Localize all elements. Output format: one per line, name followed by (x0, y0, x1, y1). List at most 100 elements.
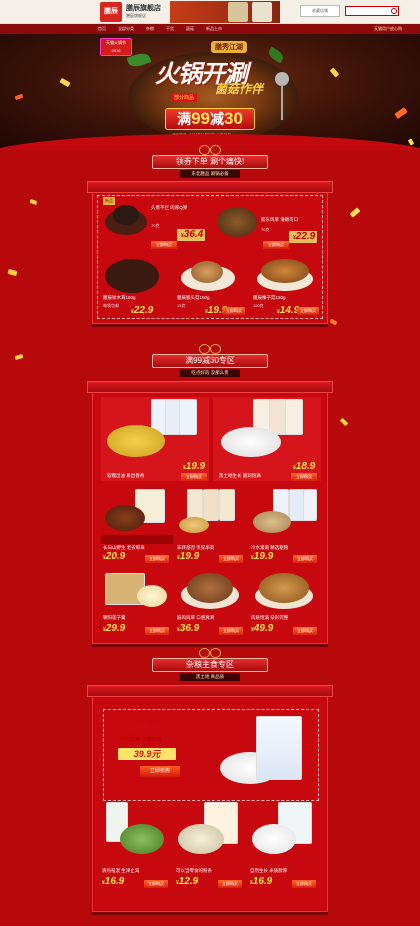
nav-item[interactable]: 干货 (166, 24, 174, 34)
store-name[interactable]: 膳辰旗舰店 (126, 3, 161, 13)
product-bag (179, 399, 197, 435)
buy-button[interactable]: 立即购买 (223, 307, 245, 315)
buy-button[interactable]: 立即购买 (293, 627, 317, 635)
product-card[interactable]: 新品 久煮不烂 肉厚Q弹 70克 ¥36.4 立即购买 (101, 195, 209, 251)
buy-button[interactable]: 立即购买 (263, 241, 289, 249)
product-card[interactable]: ¥19.9 软糯出油 易出香香 立即购买 (101, 397, 209, 481)
hero-label: 部分商品 (171, 93, 198, 102)
product-image-monkeyhead (191, 261, 223, 283)
tmall-hotpot-badge: 天猫火锅节 2016 (100, 38, 132, 56)
header-promo-banner[interactable] (170, 1, 280, 23)
buy-button[interactable]: 立即购买 (219, 555, 243, 563)
product-image-lotus (137, 585, 167, 607)
wood-ear-food (113, 205, 139, 225)
favorite-store-button[interactable]: 收藏店铺 (300, 5, 340, 17)
product-card[interactable]: 朝阳莲子羹 ¥29.9 立即购买 (101, 569, 173, 641)
buy-button[interactable]: 立即购买 (218, 880, 242, 888)
feature-price: 39.9元 (118, 748, 176, 760)
product-card[interactable]: 膳辰榛子菇150g 150克 ¥14.9 立即购买 (251, 257, 323, 319)
product-desc: 每袋包邮 (103, 303, 119, 308)
nav-item[interactable]: 菌菇 (186, 24, 194, 34)
product-card[interactable]: 筋肉肉厚 口感爽滑 ¥36.9 立即购买 (175, 569, 247, 641)
product-price: ¥16.9 (102, 876, 125, 887)
product-price-value: 19.9 (253, 551, 274, 562)
product-card[interactable]: ¥18.9 黑土地生长 圆润饱满 立即购买 (213, 397, 321, 481)
product-image-rice (252, 824, 296, 854)
confetti (339, 417, 349, 427)
nav-item[interactable]: 首页 (98, 24, 106, 34)
nav-item[interactable]: 新品上市 (206, 24, 222, 34)
section1-subtitle: 东北膳品 涮锅必备 (180, 170, 240, 178)
store-logo[interactable]: 膳辰 (100, 2, 122, 22)
product-name: 久煮不烂 肉厚Q弹 (151, 205, 188, 210)
product-price: ¥36.4 (181, 229, 204, 240)
product-name: 可以当零食的粉条 (176, 868, 212, 873)
product-image-mushroom (187, 573, 233, 603)
buy-button[interactable]: 立即购买 (297, 307, 319, 315)
product-name: 筋肉肉厚 口感爽滑 (177, 615, 215, 620)
buy-button[interactable]: 立即购买 (145, 555, 169, 563)
product-price-value: 19.9 (185, 461, 206, 472)
buy-button[interactable]: 立即购买 (291, 473, 317, 481)
confetti (14, 354, 24, 360)
buy-button[interactable]: 立即购买 (292, 880, 316, 888)
promo-threshold: 99 (191, 109, 210, 128)
section2-box: ¥19.9 软糯出油 易出香香 立即购买 ¥18.9 黑土地生长 圆润饱满 立即… (87, 381, 333, 644)
product-card[interactable]: 胶东肉厚 滑嫩可口 70克 ¥22.9 立即购买 (211, 195, 321, 251)
buy-button[interactable]: 立即购买 (219, 627, 243, 635)
product-image-slices (259, 573, 309, 603)
section2-title: 满99减30专区 (152, 354, 268, 368)
product-card[interactable]: 膳辰猴头菇150g 15克 ¥19.9 立即购买 (175, 257, 247, 319)
section3-ribbon: 杂粮主食专区 黑土地 真品质 (152, 648, 268, 681)
product-image-hazel (261, 259, 309, 283)
product-image-rice (221, 427, 281, 457)
product-image-peanut (179, 517, 209, 533)
bow-decoration (199, 344, 221, 354)
product-price-value: 20.9 (105, 551, 126, 562)
product-price: ¥20.9 (103, 551, 126, 562)
product-price-value: 29.9 (105, 623, 126, 634)
promo-thumb (228, 2, 248, 22)
nav-item[interactable]: 全部分类 (118, 24, 134, 34)
search-icon[interactable] (391, 8, 397, 14)
hero-subtitle: 菌菇作伴 (215, 82, 264, 96)
product-price: ¥19.9 (183, 461, 206, 472)
store-search-input[interactable] (345, 6, 399, 16)
product-price-value: 16.9 (104, 876, 125, 887)
product-card[interactable]: 自然生长 米质醇厚 ¥16.9 立即购买 (248, 800, 320, 904)
rice-bag (256, 716, 302, 780)
product-name: 黑土地生长 圆润饱满 (219, 473, 261, 478)
feature-buy-button[interactable]: 立即抢购 (140, 766, 180, 777)
confetti (7, 268, 18, 277)
product-card[interactable]: 长白山野生 老农晾采 ¥20.9 立即购买 (101, 487, 173, 565)
product-price: ¥29.9 (103, 623, 126, 634)
buy-button[interactable]: 立即购买 (151, 241, 177, 249)
product-card[interactable]: 可以当零食的粉条 ¥12.9 立即购买 (174, 800, 246, 904)
product-image-mungbean (120, 824, 164, 854)
product-image-grain (253, 511, 291, 533)
product-image-woodear (105, 259, 159, 293)
product-card[interactable]: 膳辰秋木耳160g 每袋包邮 ¥22.9 (101, 257, 171, 319)
product-card[interactable]: 肉质饱满 朵形完整 ¥49.9 立即购买 (249, 569, 321, 641)
buy-button[interactable]: 立即购买 (145, 627, 169, 635)
hero-banner[interactable]: 天猫火锅节 2016 膳秀江湖 火锅开涮 菌菇作伴 部分商品 满99减30 活动… (0, 34, 420, 150)
product-name: 膳辰榛子菇150g (253, 295, 286, 300)
hero-promo: 满99减30 (165, 108, 255, 130)
section3-subtitle: 黑土地 真品质 (180, 673, 240, 681)
caption-strip (101, 535, 173, 544)
section3-title: 杂粮主食专区 (152, 658, 268, 672)
box-lid (87, 381, 333, 393)
buy-button[interactable]: 立即购买 (293, 555, 317, 563)
product-name: 软糯出油 易出香香 (107, 473, 145, 478)
product-card[interactable]: 冷水灌溉 精选粗粮 ¥19.9 立即购买 (249, 487, 321, 565)
product-bag (303, 489, 317, 521)
product-price-value: 19.9 (179, 551, 200, 562)
product-name: 肉质饱满 朵形完整 (251, 615, 289, 620)
product-desc: 70克 (151, 223, 160, 228)
product-card[interactable]: 清热祛湿 生津止渴 ¥16.9 立即购买 (100, 800, 172, 904)
nav-item[interactable]: 杂粮 (146, 24, 154, 34)
buy-button[interactable]: 立即购买 (181, 473, 207, 481)
buy-button[interactable]: 立即购买 (144, 880, 168, 888)
product-price: ¥14.9 (277, 305, 300, 316)
product-card[interactable]: 非转基因 笑穿串高 ¥19.9 立即购买 (175, 487, 247, 565)
